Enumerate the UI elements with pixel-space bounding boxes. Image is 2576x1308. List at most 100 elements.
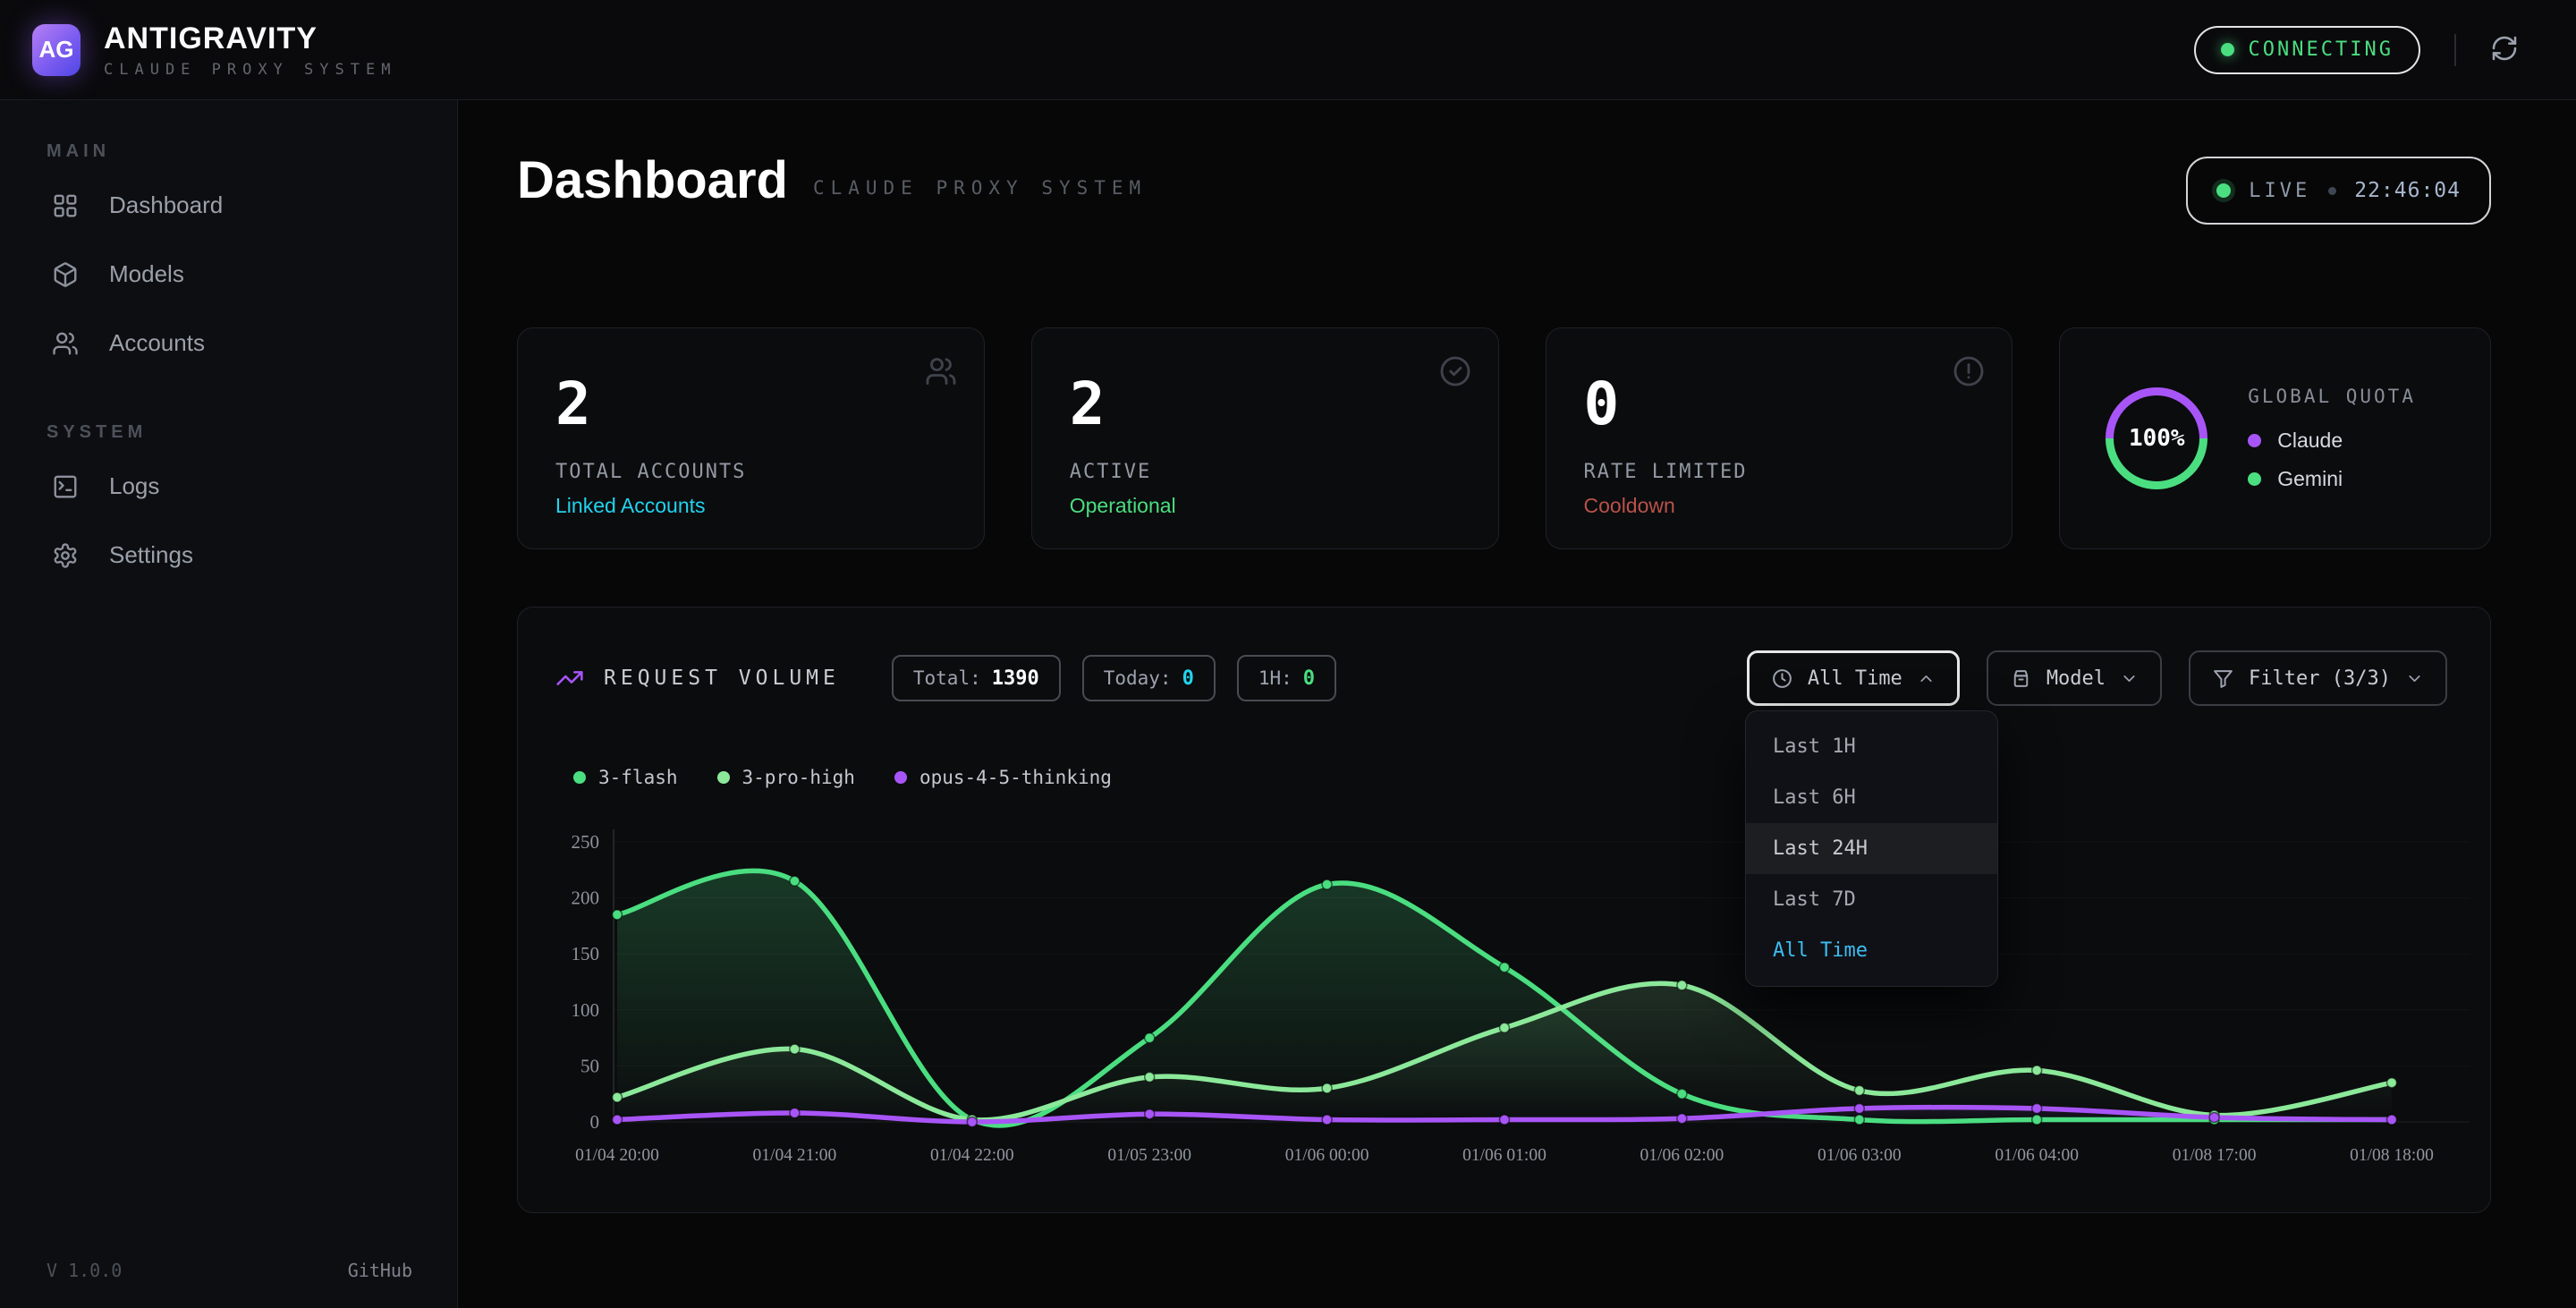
gear-icon xyxy=(52,542,79,569)
quota-legend-row: Gemini xyxy=(2248,467,2416,491)
quota-percent: 100% xyxy=(2099,381,2214,496)
refresh-button[interactable] xyxy=(2490,34,2519,65)
stat-value: 2 xyxy=(1070,375,1461,434)
refresh-icon xyxy=(2490,34,2519,63)
chevron-down-icon xyxy=(2120,669,2139,688)
request-volume-panel: 0 50 100 150 200 250 01/04 20:00 01/04 21:00 01/… xyxy=(517,607,2491,1213)
stat-card-active: 2 ACTIVE Operational xyxy=(1031,327,1499,549)
users-icon xyxy=(52,330,79,357)
time-range-dropdown: Last 1HLast 6HLast 24HLast 7DAll Time xyxy=(1745,710,1998,987)
stat-card-total-accounts: 2 TOTAL ACCOUNTS Linked Accounts xyxy=(517,327,985,549)
stat-label: RATE LIMITED xyxy=(1584,461,1975,483)
svg-text:01/06 01:00: 01/06 01:00 xyxy=(1462,1146,1546,1165)
funnel-icon xyxy=(2212,667,2234,690)
svg-text:200: 200 xyxy=(572,888,600,909)
svg-text:01/05 23:00: 01/05 23:00 xyxy=(1107,1146,1191,1165)
all-time-dropdown-button[interactable]: All Time xyxy=(1747,650,1960,706)
legend-dot-icon xyxy=(573,771,586,784)
stat-sublabel: Operational xyxy=(1070,494,1461,518)
main-content: Dashboard CLAUDE PROXY SYSTEM LIVE 22:46… xyxy=(458,100,2576,1308)
trending-up-icon xyxy=(555,664,584,692)
brand: AG ANTIGRAVITY CLAUDE PROXY SYSTEM xyxy=(32,21,396,79)
app-subtitle: CLAUDE PROXY SYSTEM xyxy=(104,61,396,79)
users-icon xyxy=(925,355,957,387)
svg-text:50: 50 xyxy=(580,1055,599,1076)
sidebar: MAIN DashboardModelsAccounts SYSTEM LogsSet… xyxy=(0,100,458,1308)
stat-card-rate-limited: 0 RATE LIMITED Cooldown xyxy=(1546,327,2013,549)
menu-item-last-6h[interactable]: Last 6H xyxy=(1746,772,1997,823)
volume-badge-today: Today:0 xyxy=(1082,655,1216,701)
stat-value: 0 xyxy=(1584,375,1975,434)
menu-item-all-time[interactable]: All Time xyxy=(1746,925,1997,976)
package-icon xyxy=(52,261,79,288)
separator-dot-icon xyxy=(2328,187,2336,195)
quota-ring: 100% xyxy=(2099,381,2214,496)
page-title: Dashboard xyxy=(517,150,788,210)
stat-value: 2 xyxy=(555,375,946,434)
volume-badge-1h: 1H:0 xyxy=(1237,655,1336,701)
chart-legend: 3-flash3-pro-highopus-4-5-thinking xyxy=(573,767,1112,788)
svg-text:01/06 04:00: 01/06 04:00 xyxy=(1995,1146,2079,1165)
stat-label: ACTIVE xyxy=(1070,461,1461,483)
connection-status-badge: CONNECTING xyxy=(2194,26,2420,74)
app-name: ANTIGRAVITY xyxy=(104,21,396,56)
filter-3-3--dropdown-button[interactable]: Filter (3/3) xyxy=(2189,650,2447,706)
github-link[interactable]: GitHub xyxy=(348,1260,412,1281)
page-subtitle: CLAUDE PROXY SYSTEM xyxy=(813,177,1147,199)
sidebar-section-label: MAIN xyxy=(47,141,457,162)
live-label: LIVE xyxy=(2249,180,2310,202)
svg-text:01/08 17:00: 01/08 17:00 xyxy=(2173,1146,2257,1165)
stat-label: TOTAL ACCOUNTS xyxy=(555,461,946,483)
menu-item-last-1h[interactable]: Last 1H xyxy=(1746,721,1997,772)
quota-legend-row: Claude xyxy=(2248,429,2416,453)
alert-circle-icon xyxy=(1953,355,1985,387)
menu-item-last-7d[interactable]: Last 7D xyxy=(1746,874,1997,925)
check-circle-icon xyxy=(1439,355,1471,387)
legend-dot-icon xyxy=(717,771,730,784)
chevron-down-icon xyxy=(2405,669,2424,688)
svg-text:01/06 03:00: 01/06 03:00 xyxy=(1818,1146,1902,1165)
model-dropdown-button[interactable]: Model xyxy=(1987,650,2162,706)
legend-dot-icon xyxy=(894,771,907,784)
global-quota-card: 100% GLOBAL QUOTA Claude Gemini xyxy=(2059,327,2491,549)
legend-dot-icon xyxy=(2248,434,2261,447)
terminal-icon xyxy=(52,473,79,500)
chart-legend-item: opus-4-5-thinking xyxy=(894,767,1112,788)
connection-status-label: CONNECTING xyxy=(2249,38,2394,61)
svg-text:01/04 21:00: 01/04 21:00 xyxy=(753,1146,837,1165)
svg-text:01/04 22:00: 01/04 22:00 xyxy=(930,1146,1014,1165)
svg-text:01/08 18:00: 01/08 18:00 xyxy=(2350,1146,2434,1165)
svg-text:01/06 00:00: 01/06 00:00 xyxy=(1285,1146,1369,1165)
menu-item-last-24h[interactable]: Last 24H xyxy=(1746,823,1997,874)
chart-legend-item: 3-flash xyxy=(573,767,678,788)
app-logo: AG xyxy=(32,24,80,76)
quota-label: GLOBAL QUOTA xyxy=(2248,386,2416,407)
volume-badge-total: Total:1390 xyxy=(892,655,1061,701)
sidebar-item-dashboard[interactable]: Dashboard xyxy=(0,171,457,240)
sidebar-item-logs[interactable]: Logs xyxy=(0,452,457,521)
legend-dot-icon xyxy=(2248,472,2261,486)
svg-text:150: 150 xyxy=(572,943,600,964)
live-dot-icon xyxy=(2216,183,2231,198)
status-dot-icon xyxy=(2221,43,2234,56)
sidebar-section-label: SYSTEM xyxy=(47,422,457,443)
stat-sublabel: Linked Accounts xyxy=(555,494,946,518)
svg-text:01/06 02:00: 01/06 02:00 xyxy=(1640,1146,1724,1165)
sidebar-item-settings[interactable]: Settings xyxy=(0,521,457,590)
logo-text: AG xyxy=(39,36,74,64)
svg-text:250: 250 xyxy=(572,831,600,853)
svg-text:0: 0 xyxy=(590,1111,600,1133)
svg-text:01/04 20:00: 01/04 20:00 xyxy=(575,1146,659,1165)
live-status-badge: LIVE 22:46:04 xyxy=(2186,157,2491,225)
header-divider xyxy=(2454,34,2456,66)
stat-sublabel: Cooldown xyxy=(1584,494,1975,518)
request-volume-title: REQUEST VOLUME xyxy=(555,664,840,692)
box-icon xyxy=(2010,667,2032,690)
app-header: AG ANTIGRAVITY CLAUDE PROXY SYSTEM CONNE… xyxy=(0,0,2576,100)
sidebar-item-accounts[interactable]: Accounts xyxy=(0,309,457,378)
svg-text:100: 100 xyxy=(572,999,600,1021)
chevron-up-icon xyxy=(1917,669,1936,688)
sidebar-item-models[interactable]: Models xyxy=(0,240,457,309)
live-clock: 22:46:04 xyxy=(2354,179,2461,202)
grid-icon xyxy=(52,192,79,219)
